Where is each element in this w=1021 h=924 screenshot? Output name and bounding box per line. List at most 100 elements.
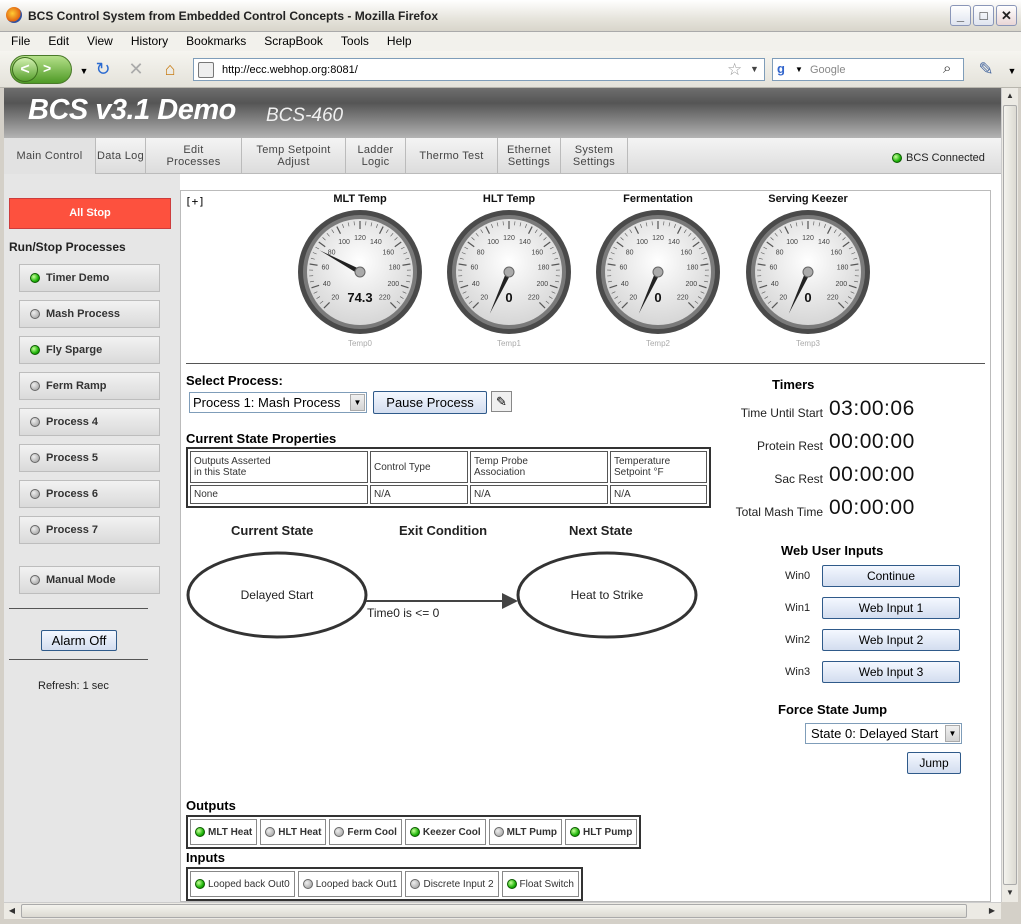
scroll-left-icon[interactable]: ◀ bbox=[4, 903, 20, 919]
process-button-5[interactable]: Process 5 bbox=[19, 444, 160, 472]
io-led-icon bbox=[195, 879, 205, 889]
gauge-tick-label: 40 bbox=[621, 281, 629, 288]
back-forward-buttons[interactable]: < > bbox=[10, 55, 72, 84]
main-panel: [+] Select Process: Process 1: Mash Proc… bbox=[180, 190, 991, 902]
process-select-value: Process 1: Mash Process bbox=[193, 395, 341, 410]
process-button-7[interactable]: Process 7 bbox=[19, 516, 160, 544]
menu-item-scrapbook[interactable]: ScrapBook bbox=[253, 32, 330, 51]
gauge-value: 74.3 bbox=[347, 290, 372, 305]
tab-thermo-test[interactable]: Thermo Test bbox=[406, 138, 498, 174]
web-page: BCS v3.1 Demo BCS-460 BCS Connected Main… bbox=[4, 88, 1001, 902]
current-state-text: Delayed Start bbox=[241, 588, 314, 602]
web-input-button-0[interactable]: Continue bbox=[822, 565, 960, 587]
toolbar-overflow-icon[interactable]: ▼ bbox=[1002, 61, 1021, 81]
stop-icon[interactable]: ✕ bbox=[126, 59, 146, 79]
tab-label: Temp Setpoint Adjust bbox=[256, 144, 331, 168]
device-model: BCS-460 bbox=[266, 105, 344, 126]
url-bar[interactable]: http://ecc.webhop.org:8081/ ☆ ▼ bbox=[193, 58, 765, 81]
gauge-tick-label: 200 bbox=[387, 281, 399, 288]
minimize-button[interactable]: _ bbox=[950, 5, 971, 26]
process-button-3[interactable]: Ferm Ramp bbox=[19, 372, 160, 400]
menu-item-edit[interactable]: Edit bbox=[37, 32, 76, 51]
scroll-right-icon[interactable]: ▶ bbox=[984, 903, 1000, 919]
vertical-scrollbar[interactable]: ▲ ▼ bbox=[1001, 88, 1018, 902]
menu-item-tools[interactable]: Tools bbox=[330, 32, 376, 51]
gauge-tick-label: 160 bbox=[382, 249, 394, 256]
edit-process-button[interactable]: ✎ bbox=[491, 391, 512, 412]
chevron-down-icon[interactable]: ▼ bbox=[945, 725, 960, 742]
input-button[interactable]: Float Switch bbox=[501, 871, 579, 897]
url-dropdown-icon[interactable]: ▼ bbox=[750, 64, 759, 74]
gauge-tick-label: 60 bbox=[620, 265, 628, 272]
scrapbook-icon[interactable]: ✎ bbox=[976, 59, 996, 79]
menu-item-bookmarks[interactable]: Bookmarks bbox=[175, 32, 253, 51]
search-bar[interactable]: g ▼ Google ⌕ bbox=[772, 58, 964, 81]
output-button[interactable]: Ferm Cool bbox=[329, 819, 402, 845]
web-input-button-3[interactable]: Web Input 3 bbox=[822, 661, 960, 683]
alarm-off-button[interactable]: Alarm Off bbox=[41, 630, 117, 651]
maximize-button[interactable]: □ bbox=[973, 5, 994, 26]
jump-button[interactable]: Jump bbox=[907, 752, 961, 774]
reload-icon[interactable]: ↻ bbox=[93, 59, 113, 79]
chevron-down-icon[interactable]: ▼ bbox=[350, 394, 365, 411]
tab-ethernet-settings[interactable]: Ethernet Settings bbox=[498, 138, 561, 174]
menu-item-history[interactable]: History bbox=[120, 32, 175, 51]
close-button[interactable]: ✕ bbox=[996, 5, 1017, 26]
google-icon[interactable]: g bbox=[777, 61, 793, 77]
gauge-tick-label: 40 bbox=[472, 281, 480, 288]
current-state-label: Current State bbox=[231, 523, 314, 538]
process-button-1[interactable]: Mash Process bbox=[19, 300, 160, 328]
horizontal-scroll-thumb[interactable] bbox=[21, 904, 967, 918]
search-icon[interactable]: ⌕ bbox=[943, 60, 951, 77]
history-dropdown-icon[interactable]: ▼ bbox=[74, 61, 94, 81]
tab-main-control[interactable]: Main Control bbox=[4, 138, 96, 174]
forward-arrow-icon[interactable]: > bbox=[43, 60, 51, 76]
menu-bar: File Edit View History Bookmarks ScrapBook Too… bbox=[0, 32, 1021, 51]
manual-mode-button[interactable]: Manual Mode bbox=[19, 566, 160, 594]
menu-item-view[interactable]: View bbox=[76, 32, 120, 51]
menu-item-help[interactable]: Help bbox=[376, 32, 419, 51]
timer-value: 00:00:00 bbox=[829, 463, 915, 486]
output-button[interactable]: Keezer Cool bbox=[404, 819, 486, 845]
back-arrow-icon[interactable]: < bbox=[12, 57, 38, 82]
tab-ladder-logic[interactable]: Ladder Logic bbox=[346, 138, 406, 174]
process-button-2[interactable]: Fly Sparge bbox=[19, 336, 160, 364]
tab-edit-processes[interactable]: Edit Processes bbox=[146, 138, 242, 174]
process-select[interactable]: Process 1: Mash Process ▼ bbox=[189, 392, 367, 413]
bookmark-star-icon[interactable]: ☆ bbox=[727, 60, 742, 80]
tab-temp-setpoint-adjust[interactable]: Temp Setpoint Adjust bbox=[242, 138, 346, 174]
input-button[interactable]: Looped back Out0 bbox=[190, 871, 295, 897]
force-state-jump-title: Force State Jump bbox=[778, 702, 888, 717]
io-label: HLT Pump bbox=[583, 826, 633, 838]
gauge-value: 0 bbox=[804, 290, 811, 305]
gauge-tick-label: 140 bbox=[519, 239, 531, 246]
vertical-scroll-thumb[interactable] bbox=[1003, 105, 1017, 885]
output-button[interactable]: MLT Pump bbox=[488, 819, 563, 845]
connection-label: BCS Connected bbox=[906, 152, 985, 164]
window-titlebar: BCS Control System from Embedded Control… bbox=[0, 0, 1021, 32]
gauge-tick-label: 140 bbox=[668, 239, 680, 246]
web-input-button-2[interactable]: Web Input 2 bbox=[822, 629, 960, 651]
process-button-4[interactable]: Process 4 bbox=[19, 408, 160, 436]
output-button[interactable]: MLT Heat bbox=[190, 819, 258, 845]
process-button-0[interactable]: Timer Demo bbox=[19, 264, 160, 292]
input-button[interactable]: Looped back Out1 bbox=[297, 871, 403, 897]
pause-process-button[interactable]: Pause Process bbox=[373, 391, 487, 414]
horizontal-scrollbar[interactable]: ◀ ▶ bbox=[4, 902, 1001, 919]
tab-data-log[interactable]: Data Log bbox=[96, 138, 146, 174]
scroll-up-icon[interactable]: ▲ bbox=[1002, 88, 1018, 104]
input-button[interactable]: Discrete Input 2 bbox=[405, 871, 499, 897]
all-stop-button[interactable]: All Stop bbox=[9, 198, 171, 229]
search-engine-dropdown-icon[interactable]: ▼ bbox=[795, 65, 803, 74]
output-button[interactable]: HLT Heat bbox=[260, 819, 327, 845]
menu-item-file[interactable]: File bbox=[0, 32, 37, 51]
home-icon[interactable]: ⌂ bbox=[160, 59, 180, 79]
scroll-down-icon[interactable]: ▼ bbox=[1002, 885, 1018, 901]
gauge-tick-label: 140 bbox=[818, 239, 830, 246]
expand-toggle[interactable]: [+] bbox=[185, 195, 205, 208]
jump-state-select[interactable]: State 0: Delayed Start ▼ bbox=[805, 723, 962, 744]
process-button-6[interactable]: Process 6 bbox=[19, 480, 160, 508]
web-input-button-1[interactable]: Web Input 1 bbox=[822, 597, 960, 619]
output-button[interactable]: HLT Pump bbox=[565, 819, 638, 845]
tab-system-settings[interactable]: System Settings bbox=[561, 138, 628, 174]
